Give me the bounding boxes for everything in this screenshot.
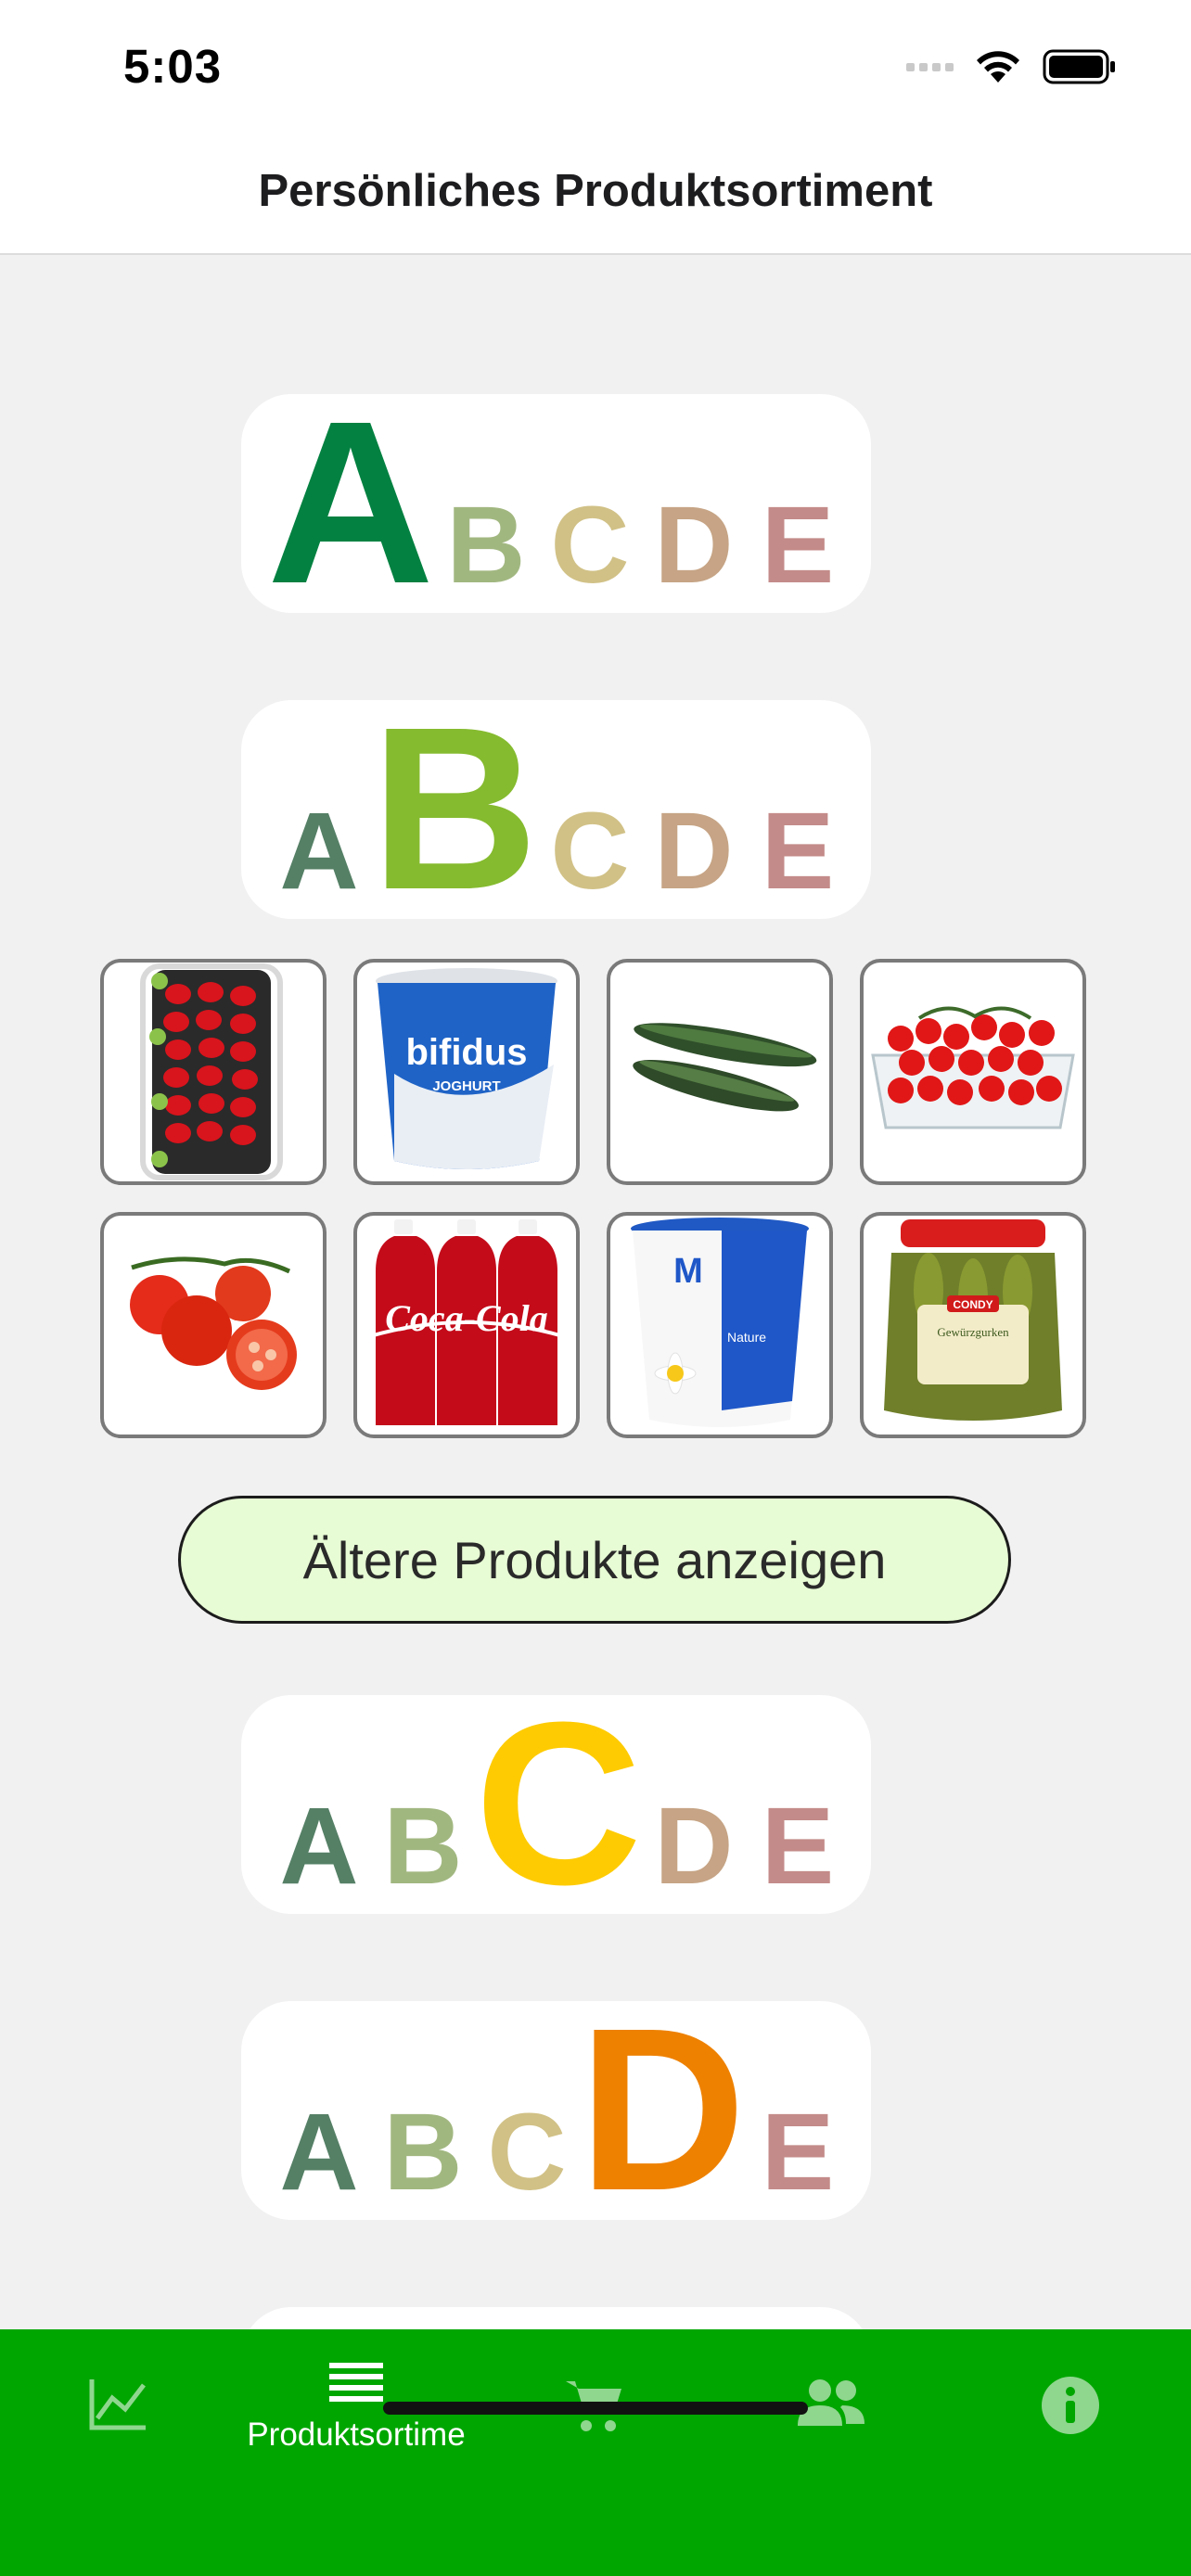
nutriscore-letter-b: B [383, 2091, 462, 2213]
cucumber-icon [633, 1023, 817, 1112]
nutriscore-letter-e: E [762, 2091, 835, 2213]
nutriscore-letter-c: C [487, 2091, 566, 2213]
nutriscore-letter-b: B [371, 700, 539, 919]
nutriscore-letter-e: E [762, 484, 835, 606]
info-icon [1042, 2377, 1099, 2434]
product-tile[interactable]: bifidus JOGHURT [353, 959, 580, 1185]
product-subtext: Nature [727, 1330, 766, 1345]
tab-statistics[interactable] [0, 2329, 237, 2487]
navigation-bar: Persönliches Produktsortiment [0, 130, 1191, 255]
product-tile[interactable]: CONDY Gewürzgurken [860, 1212, 1086, 1438]
product-tile[interactable]: M Nature [607, 1212, 833, 1438]
tab-bar: Produktsortime [0, 2329, 1191, 2576]
cola-bottles-icon: Coca-Cola [369, 1219, 564, 1425]
product-brand-text: Coca-Cola [385, 1297, 548, 1339]
nutriscore-letter-d: D [579, 2001, 747, 2220]
nutriscore-letter-c: C [550, 790, 629, 912]
cellular-signal-icon [906, 62, 954, 71]
nutriscore-letter-b: B [383, 1785, 462, 1907]
nutriscore-letter-a: A [279, 2091, 358, 2213]
nutriscore-letter-d: D [654, 1785, 733, 1907]
pickle-jar-icon: CONDY Gewürzgurken [884, 1219, 1062, 1421]
yoghurt-cup-icon: M Nature [631, 1218, 809, 1427]
nutriscore-letter-d: D [654, 790, 733, 912]
nutriscore-letters: ABCDE [279, 2001, 835, 2220]
nutriscore-letter-c: C [550, 484, 629, 606]
home-indicator [383, 2402, 808, 2415]
wifi-icon [977, 51, 1019, 83]
page-title: Persönliches Produktsortiment [258, 166, 933, 216]
yoghurt-cup-icon: bifidus JOGHURT [376, 968, 557, 1169]
product-tile[interactable] [100, 1212, 327, 1438]
nutriscore-letter-e: E [762, 790, 835, 912]
product-brand-text: CONDY [953, 1298, 992, 1311]
tab-info[interactable] [950, 2329, 1191, 2487]
show-older-products-button[interactable]: Ältere Produkte anzeigen [178, 1496, 1011, 1624]
nutriscore-card-d[interactable]: ABCDE [241, 2001, 871, 2220]
nutriscore-letter-b: B [446, 484, 525, 606]
nutriscore-letter-e: E [762, 1785, 835, 1907]
product-tile[interactable]: Coca-Cola [353, 1212, 580, 1438]
people-icon [798, 2379, 864, 2426]
tab-label: Produktsortime [247, 2417, 466, 2453]
product-subtext: JOGHURT [432, 1078, 500, 1094]
product-brand-text: M [673, 1252, 703, 1291]
product-subtext: Gewürzgurken [937, 1325, 1009, 1339]
status-icons [906, 46, 1117, 87]
nutriscore-letter-c: C [475, 1695, 643, 1914]
tomato-icon [130, 1256, 297, 1390]
tomato-tray-icon [140, 963, 283, 1180]
status-bar: 5:03 [0, 0, 1191, 130]
nutriscore-letter-a: A [279, 1785, 358, 1907]
nutriscore-card-a[interactable]: ABCDE [241, 394, 871, 613]
nutriscore-letter-d: D [654, 484, 733, 606]
nutriscore-letter-a: A [279, 790, 358, 912]
nutriscore-letters: ABCDE [279, 1695, 835, 1914]
nutriscore-card-c[interactable]: ABCDE [241, 1695, 871, 1914]
chart-line-icon [89, 2379, 146, 2430]
product-brand-text: bifidus [405, 1032, 527, 1073]
product-tile[interactable] [860, 959, 1086, 1185]
product-tile[interactable] [100, 959, 327, 1185]
tomato-basket-icon [871, 1006, 1075, 1129]
product-tile[interactable] [607, 959, 833, 1185]
nutriscore-letters: ABCDE [267, 394, 835, 613]
nutriscore-card-b[interactable]: ABCDE [241, 700, 871, 919]
nutriscore-letters: ABCDE [279, 700, 835, 919]
nutriscore-letter-a: A [267, 394, 435, 613]
list-icon [329, 2363, 383, 2402]
status-time: 5:03 [123, 40, 223, 93]
battery-icon [1043, 49, 1115, 84]
